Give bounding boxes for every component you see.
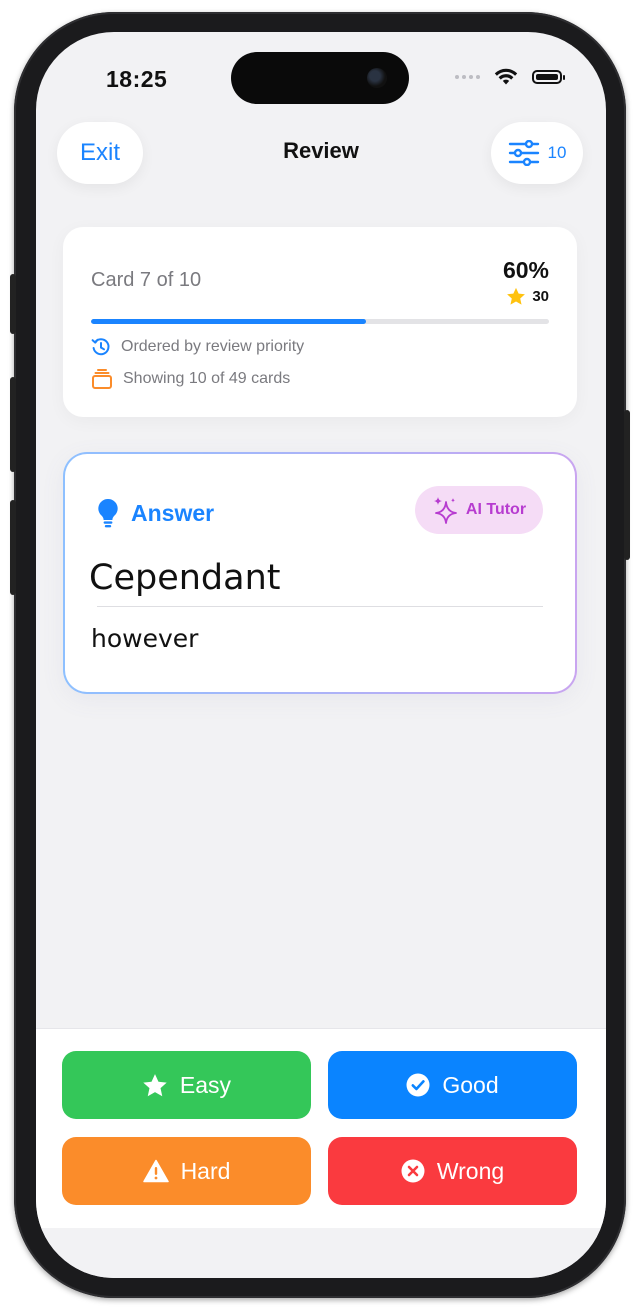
filter-count: 10 (547, 143, 567, 162)
status-time: 18:25 (106, 66, 168, 92)
grading-panel: Easy Good Hard Wrong (36, 1028, 606, 1229)
checkmark-circle-icon (406, 1073, 430, 1097)
action-button (10, 274, 16, 334)
volume-down-button (10, 500, 16, 595)
power-button (624, 410, 630, 560)
card-stack-icon (92, 369, 112, 389)
status-icons (455, 68, 565, 86)
wrong-button[interactable]: Wrong (328, 1137, 577, 1205)
ai-tutor-label: AI Tutor (465, 501, 527, 518)
wifi-icon (494, 68, 518, 85)
card-divider (97, 606, 543, 607)
easy-label: Easy (179, 1071, 232, 1098)
lightbulb-icon (98, 498, 118, 528)
progress-bar-fill (91, 319, 366, 324)
filter-sliders-icon (508, 140, 539, 166)
sparkles-icon (433, 497, 457, 524)
showing-info: Showing 10 of 49 cards (91, 369, 290, 389)
screen: 18:25 Exit Review 10 Card 7 of 10 60% 30… (36, 32, 606, 1278)
signal-icon (455, 75, 480, 79)
progress-card: Card 7 of 10 60% 30 Ordered by review pr… (63, 227, 577, 417)
battery-icon (532, 70, 565, 84)
hard-label: Hard (180, 1157, 231, 1184)
order-info: Ordered by review priority (91, 337, 304, 357)
star-icon (143, 1073, 167, 1096)
volume-up-button (10, 377, 16, 472)
star-count: 30 (506, 287, 549, 306)
card-position: Card 7 of 10 (91, 269, 202, 291)
x-circle-icon (401, 1159, 425, 1183)
good-label: Good (442, 1071, 499, 1098)
order-text: Ordered by review priority (121, 338, 305, 355)
showing-text: Showing 10 of 49 cards (123, 370, 291, 387)
progress-bar (91, 319, 549, 324)
wrong-label: Wrong (436, 1157, 505, 1184)
star-icon (507, 287, 526, 305)
card-definition: however (91, 624, 199, 653)
progress-percent: 60% (502, 257, 549, 283)
card-term: Cependant (89, 558, 281, 598)
answer-label: Answer (97, 498, 214, 528)
home-indicator-area (36, 1228, 606, 1278)
hard-button[interactable]: Hard (62, 1137, 311, 1205)
answer-text: Answer (131, 499, 215, 526)
dynamic-island (231, 52, 409, 104)
easy-button[interactable]: Easy (62, 1051, 311, 1119)
warning-icon (142, 1159, 169, 1183)
front-camera (367, 68, 387, 88)
star-value: 30 (532, 288, 549, 305)
flashcard[interactable]: Answer AI Tutor Cependant however (63, 452, 577, 694)
ai-tutor-button[interactable]: AI Tutor (415, 486, 543, 534)
history-icon (91, 338, 110, 356)
filter-button[interactable]: 10 (491, 122, 583, 184)
good-button[interactable]: Good (328, 1051, 577, 1119)
